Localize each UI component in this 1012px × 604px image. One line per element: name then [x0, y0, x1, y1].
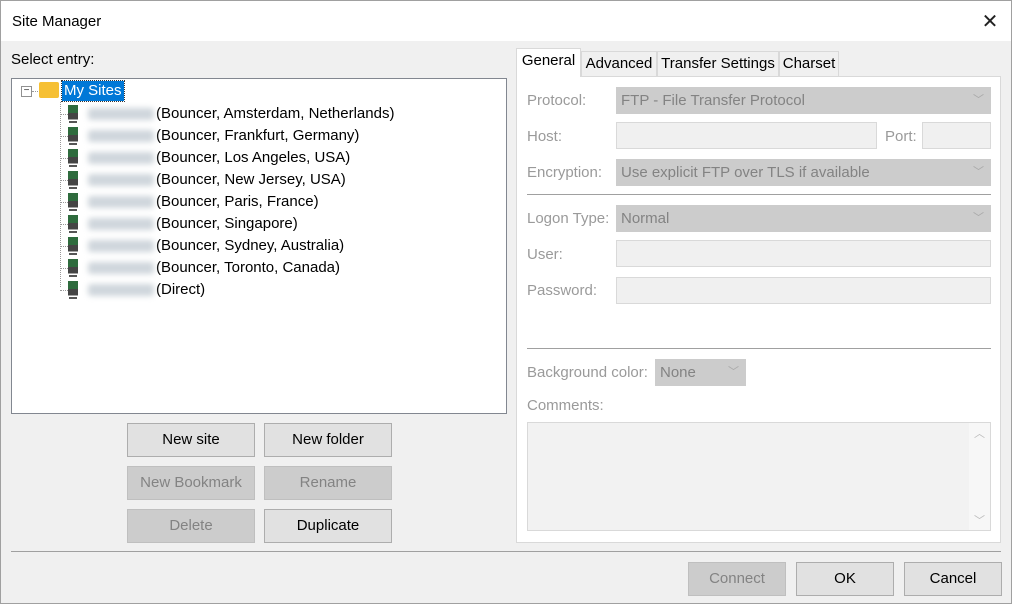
chevron-down-icon: ﹀	[973, 94, 984, 106]
site-label: (Bouncer, Los Angeles, USA)	[156, 149, 351, 166]
comments-textarea[interactable]: ︿ ﹀	[527, 422, 991, 531]
scroll-down-icon[interactable]: ﹀	[974, 512, 985, 528]
background-color-label: Background color:	[527, 364, 648, 381]
redacted-site-name	[88, 284, 154, 297]
tree-site-item[interactable]: (Bouncer, Frankfurt, Germany)	[68, 125, 359, 147]
tree-root-my-sites[interactable]: My Sites	[61, 80, 125, 102]
site-label: (Direct)	[156, 281, 206, 298]
server-icon	[68, 193, 78, 212]
redacted-site-name	[88, 130, 154, 143]
server-icon	[68, 149, 78, 168]
redacted-site-name	[88, 108, 154, 121]
connect-button[interactable]: Connect	[688, 562, 786, 596]
logon-type-label: Logon Type:	[527, 210, 610, 227]
new-bookmark-button[interactable]: New Bookmark	[127, 466, 255, 500]
tree-site-item[interactable]: (Bouncer, New Jersey, USA)	[68, 169, 346, 191]
site-manager-window: Site Manager ✕ Select entry: − My Sites …	[0, 0, 1012, 604]
tree-site-item[interactable]: (Bouncer, Amsterdam, Netherlands)	[68, 103, 394, 125]
site-label: (Bouncer, New Jersey, USA)	[156, 171, 346, 188]
rename-button[interactable]: Rename	[264, 466, 392, 500]
scrollbar[interactable]: ︿ ﹀	[969, 423, 990, 530]
protocol-select[interactable]: FTP - File Transfer Protocol ﹀	[616, 87, 991, 114]
user-label: User:	[527, 246, 563, 263]
server-icon	[68, 281, 78, 300]
encryption-label: Encryption:	[527, 164, 603, 181]
host-label: Host:	[527, 128, 563, 145]
background-color-select[interactable]: None ﹀	[655, 359, 746, 386]
redacted-site-name	[88, 240, 154, 253]
server-icon	[68, 105, 78, 124]
site-label: (Bouncer, Paris, France)	[156, 193, 319, 210]
server-icon	[68, 171, 78, 190]
close-icon[interactable]: ✕	[977, 9, 1003, 35]
chevron-down-icon: ﹀	[973, 166, 984, 178]
chevron-down-icon: ﹀	[973, 212, 984, 224]
redacted-site-name	[88, 262, 154, 275]
redacted-site-name	[88, 196, 154, 209]
logon-type-value: Normal	[621, 210, 670, 227]
tab-advanced[interactable]: Advanced	[581, 51, 657, 77]
chevron-down-icon: ﹀	[728, 366, 739, 378]
delete-button[interactable]: Delete	[127, 509, 255, 543]
title-bar: Site Manager ✕	[1, 1, 1011, 41]
password-input[interactable]	[616, 277, 991, 304]
background-color-value: None	[660, 364, 696, 381]
encryption-select[interactable]: Use explicit FTP over TLS if available ﹀	[616, 159, 991, 186]
server-icon	[68, 127, 78, 146]
tab-transfer-settings[interactable]: Transfer Settings	[657, 51, 779, 77]
port-input[interactable]	[922, 122, 991, 149]
server-icon	[68, 259, 78, 278]
server-icon	[68, 215, 78, 234]
site-label: (Bouncer, Frankfurt, Germany)	[156, 127, 360, 144]
site-tree[interactable]: − My Sites (Bouncer, Amsterdam, Netherla…	[11, 78, 507, 414]
cancel-button[interactable]: Cancel	[904, 562, 1002, 596]
tab-general[interactable]: General	[516, 48, 581, 77]
user-input[interactable]	[616, 240, 991, 267]
redacted-site-name	[88, 174, 154, 187]
scroll-up-icon[interactable]: ︿	[974, 425, 985, 441]
tree-site-item[interactable]: (Bouncer, Singapore)	[68, 213, 298, 235]
host-input[interactable]	[616, 122, 877, 149]
ok-button[interactable]: OK	[796, 562, 894, 596]
site-label: (Bouncer, Sydney, Australia)	[156, 237, 345, 254]
encryption-value: Use explicit FTP over TLS if available	[621, 164, 870, 181]
select-entry-label: Select entry:	[11, 51, 95, 68]
site-label: (Bouncer, Amsterdam, Netherlands)	[156, 105, 395, 122]
port-label: Port:	[885, 128, 917, 145]
site-label: (Bouncer, Singapore)	[156, 215, 298, 232]
tree-site-item[interactable]: (Direct)	[68, 279, 205, 301]
tree-site-item[interactable]: (Bouncer, Toronto, Canada)	[68, 257, 340, 279]
tree-site-item[interactable]: (Bouncer, Paris, France)	[68, 191, 319, 213]
site-label: (Bouncer, Toronto, Canada)	[156, 259, 341, 276]
protocol-label: Protocol:	[527, 92, 587, 109]
tree-site-item[interactable]: (Bouncer, Los Angeles, USA)	[68, 147, 350, 169]
window-title: Site Manager	[12, 13, 102, 30]
password-label: Password:	[527, 282, 598, 299]
tree-site-item[interactable]: (Bouncer, Sydney, Australia)	[68, 235, 344, 257]
divider	[527, 348, 991, 349]
redacted-site-name	[88, 152, 154, 165]
redacted-site-name	[88, 218, 154, 231]
folder-icon	[39, 82, 59, 98]
logon-type-select[interactable]: Normal ﹀	[616, 205, 991, 232]
protocol-value: FTP - File Transfer Protocol	[621, 92, 805, 109]
new-folder-button[interactable]: New folder	[264, 423, 392, 457]
duplicate-button[interactable]: Duplicate	[264, 509, 392, 543]
divider	[527, 194, 991, 195]
server-icon	[68, 237, 78, 256]
new-site-button[interactable]: New site	[127, 423, 255, 457]
collapse-icon[interactable]: −	[21, 86, 32, 97]
comments-label: Comments:	[527, 397, 604, 414]
tab-charset[interactable]: Charset	[779, 51, 839, 77]
divider	[11, 551, 1001, 552]
